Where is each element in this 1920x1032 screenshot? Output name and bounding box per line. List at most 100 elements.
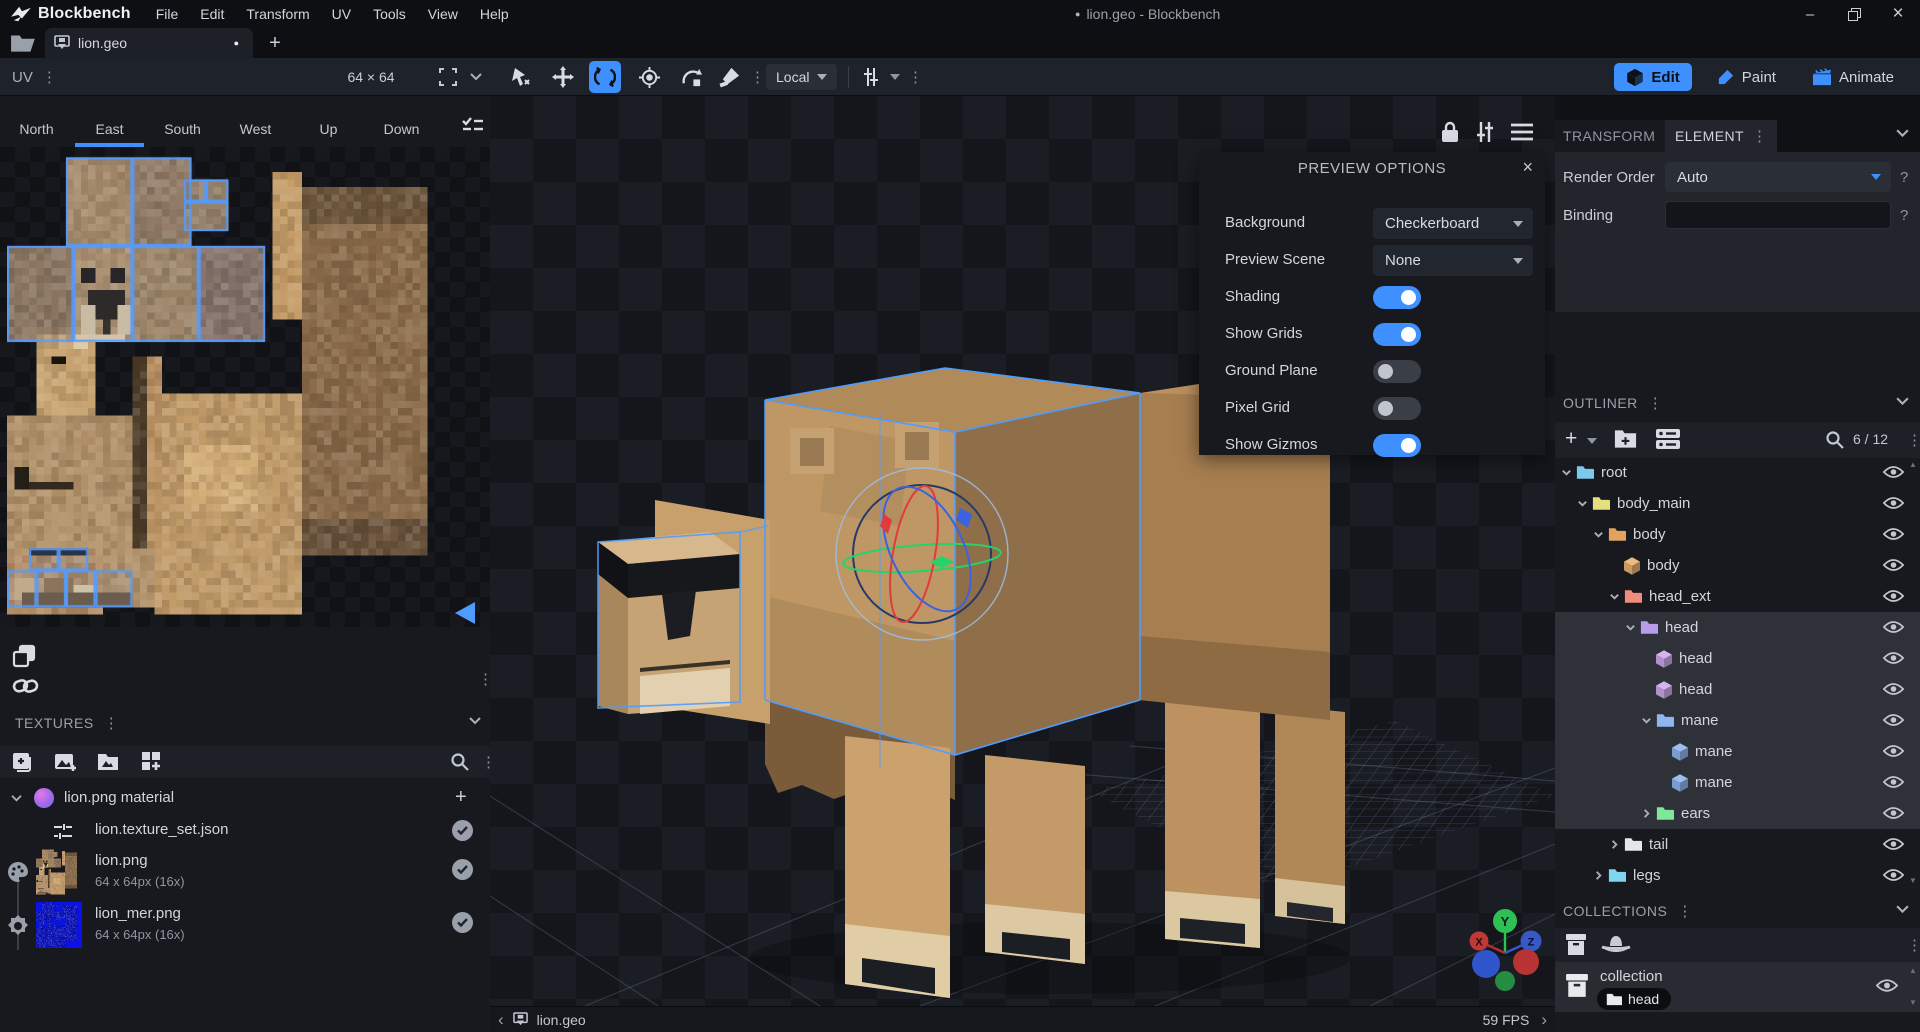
collections-collapse-icon[interactable] [1895,904,1910,915]
outliner-row-head[interactable]: head [1555,674,1920,705]
outliner-expand-toggle[interactable] [1639,807,1653,821]
scroll-down-icon[interactable]: ▼ [1909,998,1917,1007]
tab-lion-geo[interactable]: lion.geo ● [45,28,253,58]
outliner-row-body[interactable]: body [1555,519,1920,550]
scroll-up-icon[interactable]: ▲ [1909,966,1917,975]
show-gizmos-toggle[interactable] [1373,434,1421,457]
scroll-up-icon[interactable]: ▲ [1909,460,1917,469]
visibility-toggle[interactable] [1883,806,1904,825]
texture-enabled-check[interactable] [452,912,473,933]
new-tab-button[interactable]: + [262,30,288,56]
prev-model-button[interactable]: ‹ [498,1010,504,1030]
menu-file[interactable]: File [145,2,190,26]
uv-panel-menu-icon[interactable]: ⋮ [42,68,57,86]
add-material-layer-button[interactable]: + [455,786,467,809]
menu-help[interactable]: Help [469,2,520,26]
outliner-expand-toggle[interactable] [1575,497,1589,511]
outliner-row-head[interactable]: head [1555,612,1920,643]
binding-help[interactable]: ? [1900,207,1908,224]
textures-collapse-icon[interactable] [468,716,482,726]
collections-menu-icon[interactable]: ⋮ [1677,902,1692,920]
uv-face-tab-north[interactable]: North [0,110,73,147]
outliner-menu-icon[interactable]: ⋮ [1648,394,1663,412]
tab-transform[interactable]: TRANSFORM [1555,120,1665,152]
link-uv-button[interactable] [12,674,40,703]
outliner-row-body[interactable]: body [1555,550,1920,581]
outliner-row-root[interactable]: root [1555,457,1920,488]
view-axes-gizmo[interactable]: Y X Z [1455,901,1555,1001]
outliner-expand-toggle[interactable] [1559,466,1573,480]
panel-collapse-icon[interactable] [1895,128,1910,139]
collection-content-chip[interactable]: head [1597,988,1671,1010]
texture-enabled-check[interactable] [452,859,473,880]
pivot-tool-button[interactable] [634,62,664,92]
uv-editor-canvas-area[interactable] [0,147,490,627]
restore-button[interactable] [1832,0,1876,28]
outliner-expand-toggle[interactable] [1591,869,1605,883]
move-tool-button[interactable] [548,62,578,92]
visibility-toggle[interactable] [1883,465,1904,484]
outliner-row-legs[interactable]: legs [1555,860,1920,891]
scroll-down-icon[interactable]: ▼ [1909,876,1917,885]
tools-menu-icon[interactable]: ⋮ [750,58,765,96]
visibility-toggle[interactable] [1883,744,1904,763]
uv-face-tab-east[interactable]: East [73,110,146,147]
menu-edit[interactable]: Edit [189,2,235,26]
color-channel-badge[interactable] [6,860,30,889]
add-element-button[interactable]: + [1565,427,1577,451]
collection-row[interactable]: collection head ▲ ▼ [1555,962,1920,1012]
texture-row-mer[interactable]: lion_mer.png 64 x 64px (16x) [0,900,490,952]
render-order-select[interactable]: Auto [1665,162,1891,192]
textures-menu-icon[interactable]: ⋮ [104,714,119,732]
uv-face-tab-south[interactable]: South [146,110,219,147]
collection-visibility-toggle[interactable] [1876,978,1898,998]
tab-element[interactable]: ELEMENT ⋮ [1665,120,1777,152]
outliner-row-mane[interactable]: mane [1555,705,1920,736]
binding-input[interactable] [1665,201,1891,229]
transform-tool-button[interactable] [505,62,535,92]
outliner-expand-toggle[interactable] [1607,838,1621,852]
open-folder-icon[interactable] [10,32,38,54]
mode-animate-button[interactable]: Animate [1800,63,1906,91]
toggle-slots-button[interactable] [1655,428,1681,455]
slider-tool-button[interactable] [860,58,882,96]
background-select[interactable]: Checkerboard [1373,208,1533,239]
import-texture-button[interactable] [10,750,34,779]
material-row[interactable]: lion.png material + [0,786,490,812]
visibility-toggle[interactable] [1883,589,1904,608]
outliner-expand-toggle[interactable] [1623,621,1637,635]
outliner-row-mane[interactable]: mane [1555,736,1920,767]
lock-icon[interactable] [1440,120,1460,144]
collections-toolbar-menu-icon[interactable]: ⋮ [1907,936,1920,954]
element-tab-menu-icon[interactable]: ⋮ [1752,127,1767,145]
transform-space-select[interactable]: Local [766,58,837,96]
outliner-row-head_ext[interactable]: head_ext [1555,581,1920,612]
outliner-row-ears[interactable]: ears [1555,798,1920,829]
menu-transform[interactable]: Transform [235,2,320,26]
frame-view-dropdown[interactable] [470,58,482,96]
copy-uv-button[interactable] [12,644,36,673]
next-model-button[interactable]: › [1541,1010,1547,1030]
render-order-help[interactable]: ? [1900,169,1908,186]
uv-face-tab-west[interactable]: West [219,110,292,147]
outliner-collapse-icon[interactable] [1895,396,1910,407]
visibility-toggle[interactable] [1883,868,1904,887]
outliner-row-head[interactable]: head [1555,643,1920,674]
mirror-tool-button[interactable] [676,62,706,92]
create-texture-button[interactable] [53,750,78,779]
visibility-toggle[interactable] [1883,527,1904,546]
texture-enabled-check[interactable] [452,820,473,841]
minimize-button[interactable]: – [1788,0,1832,28]
preview-scene-select[interactable]: None [1373,245,1533,276]
mode-edit-button[interactable]: Edit [1614,63,1691,91]
texture-row-lion[interactable]: lion.png 64 x 64px (16x) [0,847,490,899]
outliner-toolbar-menu-icon[interactable]: ⋮ [1907,431,1920,449]
texture-row-json[interactable]: lion.texture_set.json [0,818,490,846]
visibility-toggle[interactable] [1883,651,1904,670]
material-collapse-icon[interactable] [10,794,23,803]
new-collection-button[interactable] [1565,933,1587,962]
menu-tools[interactable]: Tools [362,2,417,26]
visibility-toggle[interactable] [1883,682,1904,701]
visibility-toggle[interactable] [1883,620,1904,639]
shading-toggle[interactable] [1373,286,1421,309]
